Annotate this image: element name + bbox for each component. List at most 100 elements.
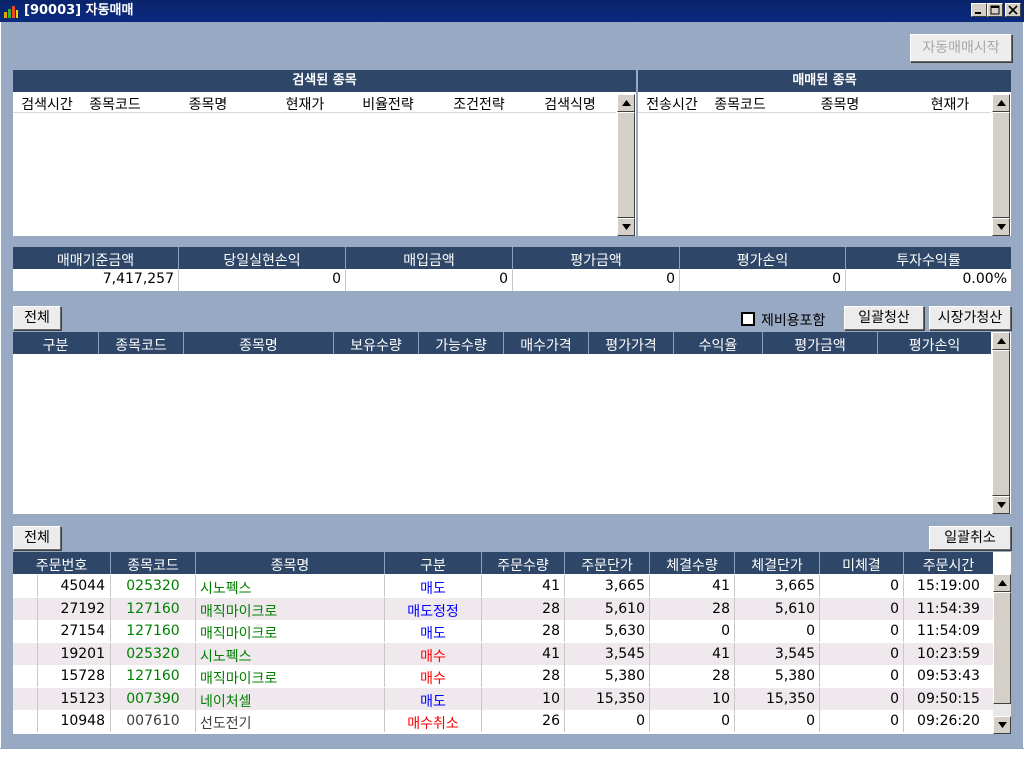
column-divider [384, 620, 385, 642]
column-divider [37, 710, 38, 732]
bulk-liquidate-button[interactable]: 일괄청산 [844, 306, 924, 330]
column-divider [903, 687, 904, 710]
arrow-down-icon [997, 502, 1006, 508]
searched-stocks-scrollbar[interactable] [617, 94, 635, 236]
cell-filled-qty: 0 [721, 623, 730, 639]
scroll-thumb[interactable] [992, 112, 1010, 218]
scroll-down-button[interactable] [993, 716, 1011, 734]
column-divider [564, 575, 565, 597]
col-search-time: 검색시간 [21, 97, 73, 113]
cell-order-qty: 28 [542, 668, 560, 684]
column-divider [481, 687, 482, 710]
col-current-price: 현재가 [930, 97, 970, 113]
arrow-up-icon [622, 100, 631, 106]
title-bar[interactable]: [90003] 자동매매 [0, 0, 1024, 22]
table-row[interactable]: 15123 007390 네이처셀 매도 10 15,350 10 15,350 0 09:50:… [13, 687, 993, 710]
column-divider [734, 642, 735, 665]
scroll-up-button[interactable] [992, 94, 1010, 112]
column-divider [384, 687, 385, 710]
column-divider [649, 642, 650, 665]
column-divider [819, 575, 820, 597]
orders-scrollbar[interactable] [993, 574, 1011, 734]
scroll-down-button[interactable] [992, 496, 1010, 514]
col-current-price: 현재가 [285, 97, 325, 113]
cell-stock-name: 시노펙스 [200, 648, 252, 665]
table-row[interactable]: 27192 127160 매직마이크로 매도정정 28 5,610 28 5,610 0 11:5… [13, 597, 993, 620]
col-valuation-amount: 평가금액 [794, 338, 846, 354]
col-stock-code: 종목코드 [89, 97, 141, 113]
column-divider [819, 597, 820, 620]
column-divider [195, 687, 196, 710]
column-divider [384, 597, 385, 620]
table-row[interactable]: 19201 025320 시노펙스 매수 41 3,545 41 3,545 0 10:23:59 [13, 642, 993, 665]
cell-order-time: 10:23:59 [917, 645, 980, 662]
cell-unfilled: 0 [890, 713, 899, 729]
orders-all-button[interactable]: 전체 [13, 526, 61, 550]
value-valuation-pnl: 0 [832, 271, 841, 287]
scroll-up-button[interactable] [617, 94, 635, 112]
cell-order-price: 5,380 [604, 668, 645, 684]
col-return-rate: 투자수익률 [896, 253, 961, 269]
table-row[interactable]: 27154 127160 매직마이크로 매도 28 5,630 0 0 0 11:54:09 [13, 620, 993, 642]
value-trade-base-amount: 7,417,257 [102, 271, 174, 287]
cell-stock-name: 선도전기 [200, 716, 252, 732]
col-ratio-strategy: 비율전략 [362, 97, 414, 113]
cell-stock-name: 네이처셀 [200, 693, 252, 710]
cell-order-no: 27192 [60, 600, 105, 617]
col-stock-name: 종목명 [270, 558, 310, 574]
cell-stock-name: 매직마이크로 [200, 603, 278, 620]
cell-order-price: 5,610 [604, 600, 645, 617]
column-divider [649, 620, 650, 642]
minimize-button[interactable] [971, 3, 987, 17]
scroll-thumb[interactable] [993, 592, 1011, 704]
include-fees-checkbox[interactable] [741, 312, 755, 326]
scroll-thumb[interactable] [992, 350, 1010, 496]
cell-stock-code: 007390 [126, 690, 180, 707]
column-divider [903, 597, 904, 620]
restore-button[interactable] [987, 3, 1003, 17]
market-liquidate-button[interactable]: 시장가청산 [929, 306, 1011, 330]
table-row[interactable]: 10948 007610 선도전기 매수취소 26 0 0 0 0 09:26:20 [13, 710, 993, 732]
column-divider [481, 642, 482, 665]
scroll-up-button[interactable] [992, 332, 1010, 350]
cell-order-no: 19201 [60, 645, 105, 662]
column-divider [512, 269, 513, 291]
column-divider [110, 687, 111, 710]
column-divider [819, 665, 820, 687]
cell-order-time: 15:19:00 [917, 578, 980, 594]
cell-stock-code: 127160 [126, 668, 180, 684]
col-order-type: 구분 [420, 558, 446, 574]
cell-order-time: 09:50:15 [917, 690, 980, 707]
searched-stocks-panel: 검색된 종목 검색시간 종목코드 종목명 현재가 비율전략 조건전략 검색식명 [13, 70, 636, 236]
col-yield: 수익율 [698, 338, 738, 354]
cell-unfilled: 0 [890, 645, 899, 662]
col-purchase-amount: 매입금액 [403, 253, 455, 269]
value-purchase-amount: 0 [499, 271, 508, 287]
cell-order-qty: 10 [542, 690, 560, 707]
traded-stocks-scrollbar[interactable] [992, 94, 1010, 236]
scroll-down-button[interactable] [992, 218, 1010, 236]
holdings-all-button[interactable]: 전체 [13, 306, 61, 330]
column-divider [564, 642, 565, 665]
bulk-cancel-button[interactable]: 일괄취소 [929, 526, 1011, 550]
table-row[interactable]: 15728 127160 매직마이크로 매수 28 5,380 28 5,380 0 09:53:… [13, 665, 993, 687]
close-button[interactable] [1005, 3, 1021, 17]
scroll-thumb[interactable] [617, 112, 635, 218]
column-divider [564, 710, 565, 732]
col-division: 구분 [42, 338, 69, 354]
holdings-scrollbar[interactable] [992, 332, 1010, 514]
scroll-up-button[interactable] [993, 574, 1011, 592]
table-row[interactable]: 45044 025320 시노펙스 매도 41 3,665 41 3,665 0 15:19:00 [13, 575, 993, 597]
column-divider [734, 687, 735, 710]
start-auto-trade-button[interactable]: 자동매매시작 [910, 34, 1012, 62]
column-divider [345, 269, 346, 291]
include-fees-label: 제비용포함 [761, 313, 826, 329]
scroll-down-button[interactable] [617, 218, 635, 236]
close-icon [1008, 5, 1018, 15]
col-stock-code: 종목코드 [115, 338, 167, 354]
window-title: [90003] 자동매매 [24, 3, 134, 18]
cell-order-type: 매도정정 [407, 603, 459, 620]
col-order-qty: 주문수량 [497, 558, 549, 574]
column-divider [37, 665, 38, 687]
column-divider [734, 710, 735, 732]
